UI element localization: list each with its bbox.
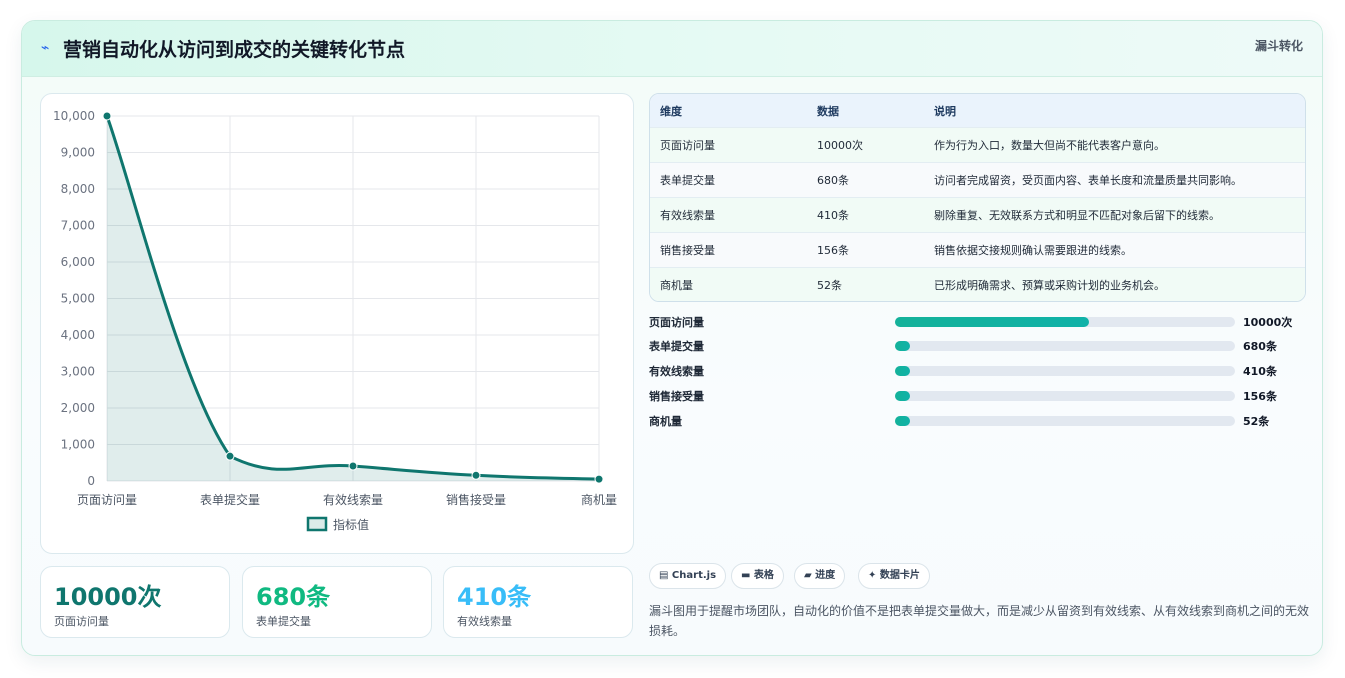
y-tick-label: 1,000 bbox=[61, 438, 95, 452]
progress-chip[interactable]: ▰ 进度 bbox=[794, 563, 846, 589]
table-cell: 156条 bbox=[817, 244, 849, 257]
progress-value: 52条 bbox=[1243, 415, 1270, 428]
stat-card-visits: 10000次 页面访问量 bbox=[40, 566, 230, 638]
stat-label: 页面访问量 bbox=[54, 615, 109, 628]
table-cell: 52条 bbox=[817, 279, 842, 292]
progress-row: 页面访问量 10000次 bbox=[649, 313, 1309, 331]
column-header: 维度 bbox=[660, 104, 682, 118]
progress-track bbox=[895, 391, 1235, 401]
table-cell: 访问者完成留资，受页面内容、表单长度和流量质量共同影响。 bbox=[934, 174, 1242, 187]
table-header: 维度 数据 说明 bbox=[650, 94, 1305, 127]
data-card-chip[interactable]: ✦ 数据卡片 bbox=[858, 563, 930, 589]
table-cell: 表单提交量 bbox=[660, 174, 715, 187]
column-header: 说明 bbox=[934, 104, 956, 118]
table-cell: 有效线索量 bbox=[660, 209, 715, 222]
card-header: ⌁ 营销自动化从访问到成交的关键转化节点 漏斗转化 bbox=[22, 21, 1322, 77]
progress-label: 销售接受量 bbox=[649, 390, 704, 403]
data-point bbox=[225, 451, 235, 461]
line-chart-panel: 0 1,000 2,000 3,000 4,000 5,000 6,000 7,000 8,00… bbox=[40, 93, 634, 554]
y-tick-label: 0 bbox=[87, 474, 95, 488]
data-point bbox=[471, 470, 481, 480]
table-row: 销售接受量 156条 销售依据交接规则确认需要跟进的线索。 bbox=[650, 232, 1305, 267]
dashboard-card: ⌁ 营销自动化从访问到成交的关键转化节点 漏斗转化 0 1,000 2,000 3,0… bbox=[21, 20, 1323, 656]
x-tick-label: 页面访问量 bbox=[77, 493, 137, 507]
progress-row: 销售接受量 156条 bbox=[649, 387, 1309, 405]
y-tick-label: 7,000 bbox=[61, 219, 95, 233]
page-title: 营销自动化从访问到成交的关键转化节点 bbox=[63, 39, 406, 61]
table-row: 页面访问量 10000次 作为行为入口，数量大但尚不能代表客户意向。 bbox=[650, 127, 1305, 162]
stat-label: 表单提交量 bbox=[256, 615, 311, 628]
header-tag: 漏斗转化 bbox=[1254, 39, 1303, 53]
stat-card-leads: 410条 有效线索量 bbox=[443, 566, 633, 638]
x-tick-label: 表单提交量 bbox=[200, 492, 260, 507]
table-cell: 10000次 bbox=[817, 139, 863, 152]
table-cell: 销售依据交接规则确认需要跟进的线索。 bbox=[934, 244, 1132, 257]
y-tick-label: 9,000 bbox=[61, 146, 95, 160]
x-tick-label: 商机量 bbox=[581, 492, 617, 507]
progress-label: 页面访问量 bbox=[649, 316, 704, 329]
table-cell: 作为行为入口，数量大但尚不能代表客户意向。 bbox=[934, 139, 1165, 152]
table-cell: 商机量 bbox=[660, 279, 693, 292]
x-tick-label: 销售接受量 bbox=[446, 492, 506, 507]
x-tick-label: 有效线索量 bbox=[323, 492, 383, 507]
data-point bbox=[102, 111, 112, 121]
progress-fill bbox=[895, 341, 911, 351]
y-tick-label: 5,000 bbox=[61, 292, 95, 306]
stat-value: 410条 bbox=[457, 583, 532, 611]
table-cell: 已形成明确需求、预算或采购计划的业务机会。 bbox=[934, 279, 1165, 292]
table-row: 表单提交量 680条 访问者完成留资，受页面内容、表单长度和流量质量共同影响。 bbox=[650, 162, 1305, 197]
table-row: 有效线索量 410条 剔除重复、无效联系方式和明显不匹配对象后留下的线索。 bbox=[650, 197, 1305, 232]
progress-track bbox=[895, 416, 1235, 426]
progress-list: 页面访问量 10000次 表单提交量 680条 有效线索量 410条 销售接受量… bbox=[649, 313, 1309, 433]
data-point bbox=[348, 461, 358, 471]
y-tick-label: 2,000 bbox=[61, 401, 95, 415]
progress-value: 156条 bbox=[1243, 390, 1277, 403]
progress-label: 商机量 bbox=[649, 415, 682, 428]
progress-value: 410条 bbox=[1243, 365, 1277, 378]
data-point bbox=[594, 474, 604, 484]
column-header: 数据 bbox=[817, 104, 839, 118]
progress-track bbox=[895, 366, 1235, 376]
progress-fill bbox=[895, 317, 1089, 327]
data-table: 维度 数据 说明 页面访问量 10000次 作为行为入口，数量大但尚不能代表客户… bbox=[649, 93, 1306, 302]
table-cell: 680条 bbox=[817, 174, 849, 187]
legend-swatch bbox=[306, 516, 328, 532]
y-tick-label: 8,000 bbox=[61, 182, 95, 196]
pulse-icon: ⌁ bbox=[41, 40, 50, 56]
chart-chip[interactable]: ▤ Chart.js bbox=[649, 563, 727, 589]
progress-fill bbox=[895, 366, 911, 376]
table-cell: 销售接受量 bbox=[660, 244, 715, 257]
progress-track bbox=[895, 341, 1235, 351]
progress-fill bbox=[895, 416, 911, 426]
progress-value: 680条 bbox=[1243, 340, 1277, 353]
y-tick-label: 4,000 bbox=[61, 328, 95, 342]
y-tick-label: 10,000 bbox=[53, 109, 95, 123]
stat-value: 10000次 bbox=[54, 583, 162, 611]
progress-fill bbox=[895, 391, 911, 401]
table-cell: 页面访问量 bbox=[660, 139, 715, 152]
progress-row: 有效线索量 410条 bbox=[649, 362, 1309, 380]
progress-label: 表单提交量 bbox=[649, 340, 704, 353]
progress-row: 表单提交量 680条 bbox=[649, 337, 1309, 355]
y-tick-label: 3,000 bbox=[61, 365, 95, 379]
table-chip[interactable]: ▬ 表格 bbox=[731, 563, 784, 589]
progress-track bbox=[895, 317, 1235, 327]
table-cell: 剔除重复、无效联系方式和明显不匹配对象后留下的线索。 bbox=[934, 209, 1220, 222]
stat-value: 680条 bbox=[256, 583, 331, 611]
stat-label: 有效线索量 bbox=[457, 615, 512, 628]
chart-note: 漏斗图用于提醒市场团队，自动化的价值不是把表单提交量做大，而是减少从留资到有效线… bbox=[649, 604, 1310, 638]
legend-label: 指标值 bbox=[333, 517, 369, 532]
table-cell: 410条 bbox=[817, 209, 849, 222]
progress-label: 有效线索量 bbox=[649, 365, 704, 378]
progress-value: 10000次 bbox=[1243, 316, 1293, 329]
y-tick-label: 6,000 bbox=[61, 255, 95, 269]
line-chart: 0 1,000 2,000 3,000 4,000 5,000 6,000 7,000 8,00… bbox=[53, 109, 617, 532]
table-row: 商机量 52条 已形成明确需求、预算或采购计划的业务机会。 bbox=[650, 267, 1305, 301]
progress-row: 商机量 52条 bbox=[649, 412, 1309, 430]
stat-card-forms: 680条 表单提交量 bbox=[242, 566, 432, 638]
